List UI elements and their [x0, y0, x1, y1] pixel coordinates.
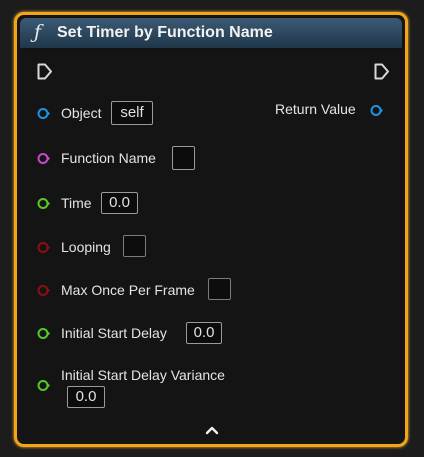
looping-pin[interactable] — [37, 241, 50, 254]
function-name-pin[interactable] — [37, 152, 50, 165]
max-once-per-frame-checkbox[interactable] — [208, 278, 231, 300]
initial-start-delay-pin[interactable] — [37, 327, 50, 340]
return-value-row: Return Value — [17, 95, 405, 123]
max-once-per-frame-label: Max Once Per Frame — [61, 282, 195, 298]
time-pin-row: Time 0.0 — [17, 189, 405, 217]
function-name-pin-row: Function Name — [17, 144, 405, 172]
initial-start-delay-field[interactable]: 0.0 — [186, 322, 222, 344]
return-value-label: Return Value — [275, 101, 356, 117]
time-pin[interactable] — [37, 197, 50, 210]
initial-start-delay-variance-label: Initial Start Delay Variance — [61, 367, 225, 383]
node-title: Set Timer by Function Name — [57, 24, 273, 41]
initial-start-delay-variance-field[interactable]: 0.0 — [67, 386, 105, 408]
exec-in-pin[interactable] — [37, 63, 53, 80]
looping-pin-row: Looping — [17, 233, 405, 261]
initial-start-delay-variance-pin-row: Initial Start Delay Variance 0.0 — [17, 362, 405, 412]
max-once-per-frame-pin[interactable] — [37, 284, 50, 297]
exec-out-pin[interactable] — [374, 63, 390, 80]
time-label: Time — [61, 195, 92, 211]
initial-start-delay-pin-row: Initial Start Delay 0.0 — [17, 319, 405, 347]
return-value-pin[interactable] — [370, 104, 383, 117]
initial-start-delay-label: Initial Start Delay — [61, 325, 167, 341]
node-header[interactable]: ƒ Set Timer by Function Name — [20, 18, 402, 49]
chevron-up-icon[interactable] — [202, 423, 222, 437]
initial-start-delay-variance-pin[interactable] — [37, 379, 50, 392]
time-value-field[interactable]: 0.0 — [101, 192, 138, 214]
max-once-per-frame-pin-row: Max Once Per Frame — [17, 276, 405, 304]
function-icon: ƒ — [34, 21, 42, 43]
looping-checkbox[interactable] — [123, 235, 146, 257]
function-name-field[interactable] — [172, 146, 195, 170]
looping-label: Looping — [61, 239, 111, 255]
set-timer-node[interactable]: ƒ Set Timer by Function Name Object self… — [14, 12, 408, 447]
function-name-label: Function Name — [61, 150, 156, 166]
